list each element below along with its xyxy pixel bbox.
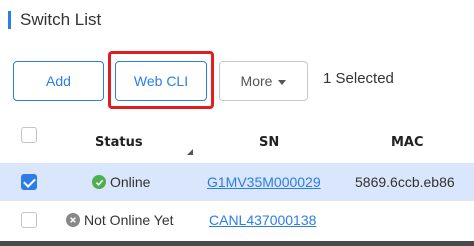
status-cell: Not Online Yet bbox=[66, 201, 174, 239]
status-text: Not Online Yet bbox=[84, 212, 174, 228]
selection-count: 1 Selected bbox=[323, 70, 394, 87]
column-header-sn[interactable]: SN bbox=[259, 122, 279, 163]
status-text: Online bbox=[110, 174, 151, 190]
sort-indicator-icon[interactable] bbox=[187, 149, 193, 155]
mac-cell: 5869.6ccb.eb86 bbox=[355, 174, 455, 190]
sn-cell: G1MV35M000029 bbox=[207, 163, 321, 201]
row-checkbox[interactable] bbox=[21, 212, 37, 228]
switch-table: Status SN MAC Online G1MV35M000029 5869.… bbox=[0, 122, 474, 239]
column-header-status[interactable]: Status bbox=[95, 122, 143, 163]
row-checkbox[interactable] bbox=[21, 174, 37, 190]
more-dropdown-button[interactable]: More bbox=[219, 61, 308, 101]
sn-link[interactable]: CANL437000138 bbox=[209, 212, 316, 228]
table-row[interactable]: Not Online Yet CANL437000138 bbox=[0, 201, 474, 239]
caret-down-icon bbox=[278, 79, 287, 85]
add-button[interactable]: Add bbox=[13, 61, 104, 101]
more-label: More bbox=[240, 73, 273, 89]
column-header-mac[interactable]: MAC bbox=[391, 122, 424, 163]
table-header-row: Status SN MAC bbox=[0, 122, 474, 163]
sn-cell: CANL437000138 bbox=[209, 201, 316, 239]
bottom-divider-bar bbox=[0, 241, 474, 246]
x-circle-icon bbox=[66, 213, 80, 227]
check-circle-icon bbox=[92, 175, 106, 189]
status-cell: Online bbox=[92, 163, 150, 201]
select-all-checkbox[interactable] bbox=[21, 127, 37, 143]
web-cli-highlight bbox=[108, 51, 214, 109]
toolbar: Add Web CLI More 1 Selected bbox=[0, 0, 474, 120]
table-row[interactable]: Online G1MV35M000029 5869.6ccb.eb86 bbox=[0, 163, 474, 201]
sn-link[interactable]: G1MV35M000029 bbox=[207, 174, 321, 190]
